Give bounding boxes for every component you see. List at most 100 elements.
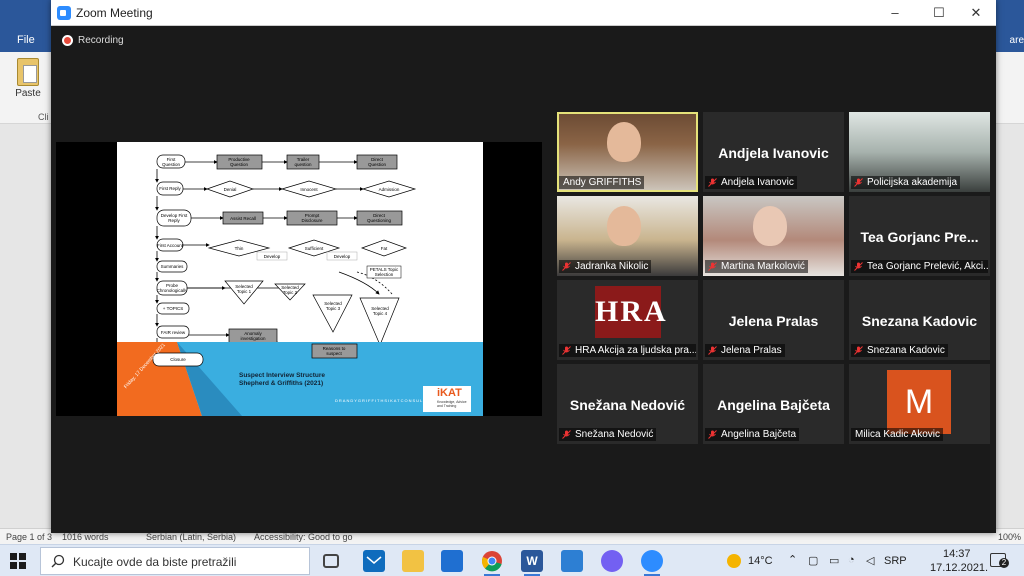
input-language[interactable]: SRP [884, 555, 907, 567]
share-tab[interactable]: are [1010, 35, 1024, 46]
search-placeholder: Kucajte ovde da biste pretražili [73, 555, 237, 569]
notifications-count: 2 [999, 558, 1009, 568]
participant-tile[interactable]: Andjela Ivanovic Andjela Ivanovic [703, 112, 844, 192]
participant-name-label: Policijska akademija [851, 176, 961, 189]
avatar: M [887, 370, 951, 434]
participant-tile[interactable]: Angelina Bajčeta Angelina Bajčeta [703, 364, 844, 444]
participant-display-name: Jelena Pralas [728, 313, 819, 329]
participant-tile[interactable]: Andy GRIFFITHS [557, 112, 698, 192]
search-icon [51, 554, 65, 568]
notifications-icon[interactable]: 2 [990, 553, 1009, 568]
participant-tile[interactable]: Jadranka Nikolic [557, 196, 698, 276]
participant-name-label: Martina Markolović [705, 260, 808, 273]
participant-name-label: Milica Kadic Akovic [851, 428, 944, 441]
zoom-title-bar: Zoom Meeting – ☐ ✕ [51, 0, 996, 26]
svg-text:Question: Question [162, 162, 181, 167]
svg-text:Question: Question [230, 162, 249, 167]
muted-mic-icon [708, 178, 717, 187]
network-icon[interactable]: ◔ [848, 554, 855, 566]
svg-text:Disclosure: Disclosure [301, 218, 323, 223]
muted-mic-icon [708, 262, 717, 271]
chrome-icon[interactable] [481, 550, 503, 576]
word-count[interactable]: 1016 words [62, 532, 109, 542]
accessibility-status[interactable]: Accessibility: Good to go [254, 532, 353, 542]
svg-text:suspect: suspect [326, 351, 342, 356]
taskbar-search[interactable]: Kucajte ovde da biste pretražili [40, 547, 310, 575]
participant-display-name: Angelina Bajčeta [717, 397, 830, 413]
svg-text:+ TOPICS: + TOPICS [163, 306, 183, 311]
task-view-icon[interactable] [323, 554, 339, 568]
muted-mic-icon [708, 430, 717, 439]
muted-mic-icon [708, 346, 717, 355]
participant-tile[interactable]: M Milica Kadic Akovic [849, 364, 990, 444]
file-tab[interactable]: File [17, 34, 35, 46]
meet-now-icon[interactable]: ▢ [808, 554, 818, 567]
slide-footer-subtitle: Shepherd & Griffiths (2021) [239, 380, 324, 387]
svg-text:Topic 3: Topic 3 [326, 306, 341, 311]
svg-text:Summaries: Summaries [161, 264, 185, 269]
photos-icon[interactable] [561, 550, 583, 572]
muted-mic-icon [854, 178, 863, 187]
store-icon[interactable] [441, 550, 463, 572]
weather-temp[interactable]: 14°C [748, 555, 773, 567]
participant-name-label: Snezana Kadovic [851, 344, 948, 357]
muted-mic-icon [562, 262, 571, 271]
participant-tile[interactable]: Jelena Pralas Jelena Pralas [703, 280, 844, 360]
viber-icon[interactable] [601, 550, 623, 572]
close-button[interactable]: ✕ [963, 3, 989, 23]
logo-text: iKAT [437, 387, 462, 399]
svg-text:Develop: Develop [264, 254, 281, 259]
svg-text:Fat: Fat [381, 246, 388, 251]
paste-label: Paste [15, 88, 41, 99]
muted-mic-icon [562, 430, 571, 439]
svg-text:First Reply: First Reply [159, 186, 181, 191]
muted-mic-icon [562, 346, 571, 355]
word-icon[interactable]: W [521, 550, 543, 576]
svg-text:FAIR review: FAIR review [161, 330, 186, 335]
participant-tile[interactable]: Policijska akademija [849, 112, 990, 192]
clock-time[interactable]: 14:37 [943, 548, 971, 560]
svg-text:Topic 1: Topic 1 [237, 289, 252, 294]
presentation-slide: First Question Productive Question Trailer… [117, 142, 483, 416]
participant-video-person [753, 206, 787, 246]
svg-text:Reply: Reply [168, 218, 180, 223]
clock-date[interactable]: 17.12.2021. [930, 562, 988, 574]
battery-icon[interactable]: ▭ [829, 554, 839, 567]
svg-text:Topic 2: Topic 2 [283, 290, 298, 295]
shared-screen: First Question Productive Question Trailer… [56, 142, 542, 416]
minimize-button[interactable]: – [882, 3, 908, 23]
zoom-level[interactable]: 100% [998, 532, 1021, 542]
participant-tile[interactable]: Martina Markolović [703, 196, 844, 276]
svg-text:investigation: investigation [240, 336, 266, 341]
participant-name-label: HRA Akcija za ljudska pra... [559, 344, 696, 357]
participant-tile[interactable]: Snezana Kadovic Snezana Kadovic [849, 280, 990, 360]
participant-video-person [607, 122, 641, 162]
svg-text:Admission: Admission [379, 187, 400, 192]
participant-display-name: Snežana Nedović [569, 397, 686, 413]
weather-icon[interactable] [727, 554, 741, 568]
language-status[interactable]: Serbian (Latin, Serbia) [146, 532, 236, 542]
mail-icon[interactable] [363, 550, 385, 572]
windows-start-icon[interactable] [10, 553, 26, 569]
svg-text:Question: Question [368, 162, 387, 167]
hra-logo: HRA [595, 286, 666, 338]
svg-text:First Account: First Account [157, 243, 184, 248]
svg-text:Chronologically: Chronologically [157, 288, 189, 293]
file-explorer-icon[interactable] [402, 550, 424, 572]
svg-text:Thin: Thin [235, 246, 244, 251]
page-count[interactable]: Page 1 of 3 [6, 532, 52, 542]
svg-text:question: question [294, 162, 312, 167]
maximize-button[interactable]: ☐ [926, 3, 952, 23]
zoom-icon[interactable] [641, 550, 663, 576]
svg-text:Innocent: Innocent [300, 187, 318, 192]
svg-text:Closure: Closure [170, 357, 186, 362]
participant-tile[interactable]: HRA HRA Akcija za ljudska pra... [557, 280, 698, 360]
paste-button[interactable]: Paste [10, 58, 46, 99]
participant-tile[interactable]: Snežana Nedović Snežana Nedović [557, 364, 698, 444]
clipboard-group-label: Cli [38, 112, 49, 122]
tray-chevron-icon[interactable]: ⌃ [788, 553, 797, 566]
svg-text:Topic 4: Topic 4 [373, 311, 388, 316]
recording-label[interactable]: Recording [78, 35, 124, 46]
volume-icon[interactable]: ◁ [866, 554, 874, 567]
participant-tile[interactable]: Tea Gorjanc Pre... Tea Gorjanc Prelević, … [849, 196, 990, 276]
